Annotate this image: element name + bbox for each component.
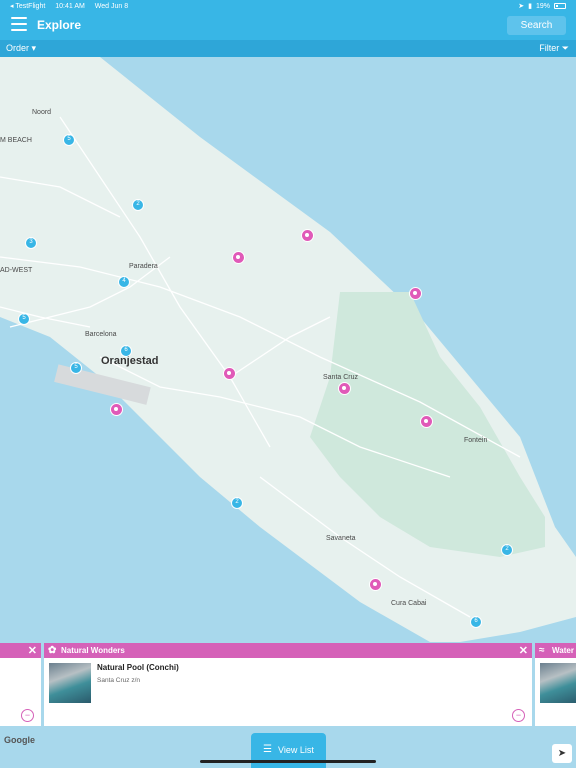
water-icon: ≈	[539, 645, 545, 656]
google-logo: Google	[4, 735, 35, 745]
card-category: Natural Wonders	[61, 646, 125, 655]
menu-button[interactable]	[11, 17, 27, 31]
place-label: Noord	[32, 109, 52, 116]
cluster-marker[interactable]: 5	[70, 362, 82, 374]
place-label: Santa Cruz	[323, 374, 359, 381]
close-icon[interactable]: ✕	[519, 644, 528, 657]
place-label: Barcelona	[85, 331, 117, 338]
signal-icon: ▮	[528, 3, 532, 10]
close-icon[interactable]: ✕	[28, 644, 37, 657]
order-dropdown[interactable]: Order ▾	[6, 43, 36, 54]
place-address: Santa Cruz z/n	[97, 677, 140, 684]
filter-bar: Order ▾ Filter ⏷	[0, 40, 576, 57]
cluster-marker[interactable]: 6	[470, 616, 482, 628]
card-header: ✿ Natural Wonders ✕	[44, 643, 532, 658]
place-label: AD-WEST	[0, 267, 33, 274]
cluster-marker[interactable]: 5	[18, 313, 30, 325]
place-card[interactable]: ✿ Natural Wonders ✕ Natural Pool (Conchi…	[44, 643, 532, 726]
natural-wonder-marker[interactable]	[301, 229, 314, 242]
cluster-marker[interactable]: 2	[501, 544, 513, 556]
list-icon: ☰	[263, 744, 272, 755]
cluster-marker[interactable]: 3	[25, 237, 37, 249]
status-bar: ◂ TestFlight 10:41 AM Wed Jun 8 ➤ ▮ 19%	[0, 0, 576, 12]
remove-icon[interactable]: −	[21, 709, 34, 722]
cluster-marker[interactable]: 5	[63, 134, 75, 146]
poi-marker[interactable]	[369, 578, 382, 591]
remove-icon[interactable]: −	[512, 709, 525, 722]
natural-wonder-marker[interactable]	[420, 415, 433, 428]
cluster-marker[interactable]: 4	[118, 276, 130, 288]
status-date: Wed Jun 8	[94, 3, 129, 10]
poi-marker[interactable]	[223, 367, 236, 380]
place-label: Cura Cabai	[391, 600, 427, 607]
place-label: Oranjestad	[101, 355, 159, 367]
locate-me-icon[interactable]: ➤	[552, 744, 572, 763]
search-button[interactable]: Search	[507, 16, 566, 35]
next-card-category: Water	[552, 646, 574, 655]
place-label: Fontein	[464, 437, 488, 444]
poi-marker[interactable]	[110, 403, 123, 416]
place-label: M BEACH	[0, 137, 32, 144]
poi-marker[interactable]	[232, 251, 245, 264]
next-card-header: ≈ Water	[535, 643, 576, 658]
page-title: Explore	[37, 18, 82, 32]
battery-percent: 19%	[535, 2, 550, 10]
cluster-marker[interactable]: 2	[132, 199, 144, 211]
status-carrier[interactable]: ◂ TestFlight	[10, 3, 45, 10]
status-time: 10:41 AM	[55, 3, 85, 10]
cluster-marker[interactable]: 2	[231, 497, 243, 509]
location-icon: ➤	[518, 3, 525, 10]
view-list-label: View List	[278, 745, 314, 755]
previous-card[interactable]: ✕ −	[0, 643, 41, 726]
previous-card-header: ✕	[0, 643, 41, 658]
natural-wonders-icon: ✿	[48, 645, 57, 656]
place-thumbnail[interactable]	[49, 663, 91, 703]
top-bar: ◂ TestFlight 10:41 AM Wed Jun 8 ➤ ▮ 19% …	[0, 0, 576, 40]
natural-wonder-marker[interactable]	[338, 382, 351, 395]
place-title[interactable]: Natural Pool (Conchi)	[97, 663, 179, 672]
place-label: Savaneta	[326, 535, 356, 542]
place-label: Paradera	[129, 263, 158, 270]
home-indicator	[200, 760, 376, 763]
next-place-thumbnail[interactable]	[540, 663, 576, 703]
next-card[interactable]: ≈ Water	[535, 643, 576, 726]
selected-poi-marker[interactable]	[409, 287, 422, 300]
cluster-marker[interactable]: 6	[120, 345, 132, 357]
filter-button[interactable]: Filter ⏷	[539, 43, 569, 54]
battery-icon	[554, 3, 566, 9]
